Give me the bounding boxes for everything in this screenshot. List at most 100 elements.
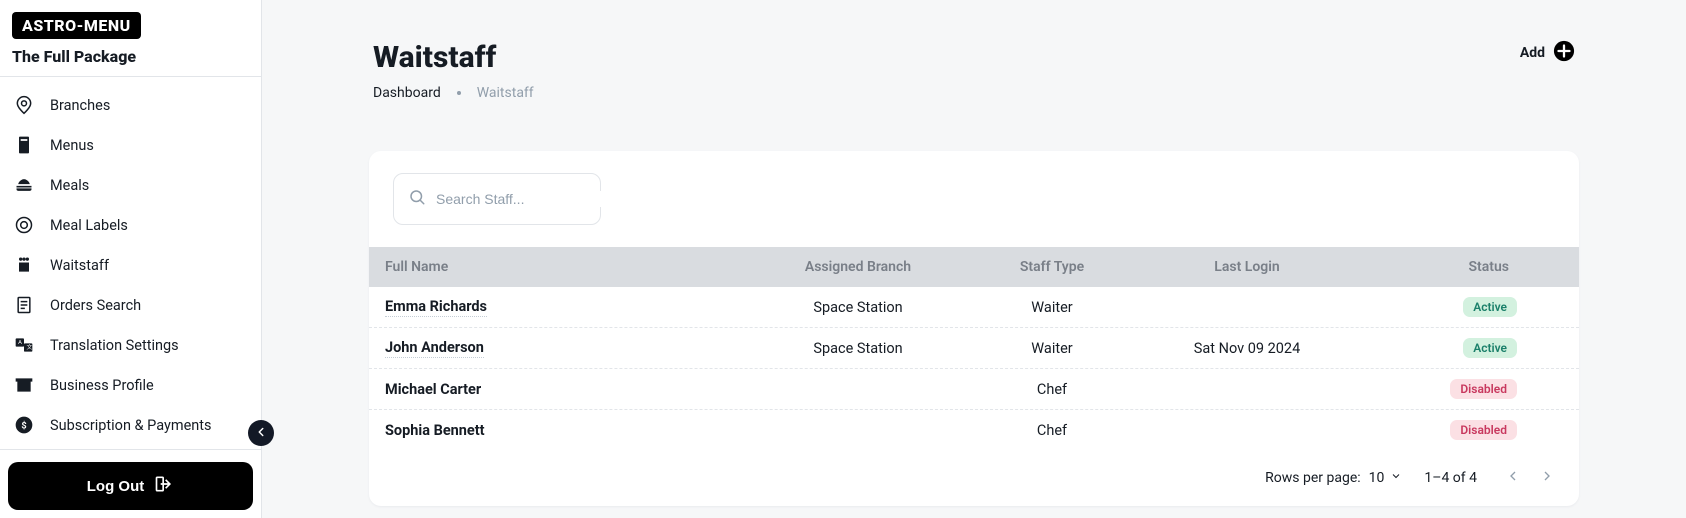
table-row[interactable]: Michael Carter Chef Disabled: [369, 369, 1579, 410]
cell-name: Sophia Bennett: [369, 412, 749, 449]
svg-text:$: $: [21, 420, 26, 431]
table-row[interactable]: Sophia Bennett Chef Disabled: [369, 410, 1579, 450]
sidebar-item-label: Subscription & Payments: [50, 417, 212, 434]
status-badge: Disabled: [1450, 420, 1517, 440]
cell-name: Emma Richards: [369, 288, 749, 327]
brand-logo: ASTRO-MENU: [12, 12, 141, 39]
waitstaff-icon: [14, 255, 34, 275]
sidebar-item-subscription[interactable]: $ Subscription & Payments: [0, 405, 261, 445]
sidebar-nav: Branches Menus Meals Meal Labels Waitsta…: [0, 77, 261, 449]
table-row[interactable]: Emma RichardsSpace StationWaiter Active: [369, 287, 1579, 328]
branches-icon: [14, 95, 34, 115]
sidebar-item-orders-search[interactable]: Orders Search: [0, 285, 261, 325]
cell-branch: Space Station: [749, 289, 967, 326]
status-badge: Disabled: [1450, 379, 1517, 399]
page-title: Waitstaff: [373, 40, 534, 75]
meals-icon: [14, 175, 34, 195]
cell-login: [1137, 297, 1357, 317]
breadcrumb-separator: [457, 91, 461, 95]
cell-status: Active: [1357, 328, 1579, 368]
logout-icon: [154, 474, 174, 498]
staff-card: Full Name Assigned Branch Staff Type Las…: [369, 151, 1579, 506]
sidebar-item-label: Waitstaff: [50, 257, 109, 274]
cell-status: Disabled: [1357, 369, 1579, 409]
chevron-right-icon: [1539, 468, 1555, 488]
col-header-status: Status: [1357, 247, 1579, 287]
sidebar-item-menus[interactable]: Menus: [0, 125, 261, 165]
sidebar: ASTRO-MENU The Full Package Branches Men…: [0, 0, 262, 518]
chevron-left-icon: [1505, 468, 1521, 488]
cell-type: Waiter: [967, 330, 1137, 367]
add-label: Add: [1520, 45, 1545, 61]
cell-type: Chef: [967, 412, 1137, 449]
status-badge: Active: [1463, 297, 1517, 317]
breadcrumb: Dashboard Waitstaff: [373, 85, 534, 101]
sidebar-item-label: Menus: [50, 137, 94, 154]
breadcrumb-root[interactable]: Dashboard: [373, 85, 441, 101]
cell-status: Disabled: [1357, 410, 1579, 450]
col-header-type: Staff Type: [967, 247, 1137, 287]
sidebar-item-meals[interactable]: Meals: [0, 165, 261, 205]
search-input[interactable]: [436, 191, 617, 207]
chevron-left-icon: [254, 424, 268, 443]
status-badge: Active: [1463, 338, 1517, 358]
main-content: Waitstaff Dashboard Waitstaff Add: [262, 0, 1686, 518]
cell-name: John Anderson: [369, 329, 749, 368]
table-header: Full Name Assigned Branch Staff Type Las…: [369, 247, 1579, 287]
plus-circle-icon: [1553, 40, 1575, 66]
subscription-icon: $: [14, 415, 34, 435]
sidebar-item-label: Orders Search: [50, 297, 141, 314]
pagination-range: 1–4 of 4: [1424, 470, 1477, 486]
rows-per-page: Rows per page: 10: [1265, 470, 1402, 486]
table-footer: Rows per page: 10 1–4 of 4: [369, 450, 1579, 506]
table-row[interactable]: John AndersonSpace StationWaiterSat Nov …: [369, 328, 1579, 369]
orders-search-icon: [14, 295, 34, 315]
sidebar-item-label: Branches: [50, 97, 110, 114]
add-button[interactable]: Add: [1520, 40, 1575, 66]
rows-per-page-label: Rows per page:: [1265, 470, 1360, 486]
sidebar-item-label: Translation Settings: [50, 337, 179, 354]
chevron-down-icon: [1390, 470, 1402, 486]
meal-labels-icon: [14, 215, 34, 235]
translation-icon: A文: [14, 335, 34, 355]
pagination-controls: [1499, 464, 1561, 492]
prev-page-button[interactable]: [1499, 464, 1527, 492]
cell-branch: [749, 379, 967, 399]
cell-name: Michael Carter: [369, 371, 749, 408]
cell-status: Active: [1357, 287, 1579, 327]
sidebar-item-translation[interactable]: A文 Translation Settings: [0, 325, 261, 365]
table-body: Emma RichardsSpace StationWaiterActiveJo…: [369, 287, 1579, 450]
svg-text:文: 文: [27, 343, 33, 351]
cell-login: [1137, 379, 1357, 399]
next-page-button[interactable]: [1533, 464, 1561, 492]
cell-login: [1137, 420, 1357, 440]
sidebar-item-label: Meals: [50, 177, 89, 194]
sidebar-item-waitstaff[interactable]: Waitstaff: [0, 245, 261, 285]
search-section: [369, 151, 1579, 247]
col-header-name: Full Name: [369, 247, 749, 287]
search-icon: [408, 188, 426, 210]
search-input-container[interactable]: [393, 173, 601, 225]
page-header: Waitstaff Dashboard Waitstaff Add: [369, 40, 1579, 101]
sidebar-collapse-button[interactable]: [248, 420, 274, 446]
svg-text:A: A: [18, 340, 22, 346]
col-header-branch: Assigned Branch: [749, 247, 967, 287]
cell-branch: [749, 420, 967, 440]
breadcrumb-current: Waitstaff: [477, 85, 534, 101]
cell-type: Chef: [967, 371, 1137, 408]
cell-type: Waiter: [967, 289, 1137, 326]
business-profile-icon: [14, 375, 34, 395]
rows-per-page-value: 10: [1369, 470, 1385, 486]
rows-per-page-select[interactable]: 10: [1369, 470, 1403, 486]
sidebar-item-label: Meal Labels: [50, 217, 128, 234]
sidebar-item-business-profile[interactable]: Business Profile: [0, 365, 261, 405]
logout-button[interactable]: Log Out: [8, 462, 253, 510]
menus-icon: [14, 135, 34, 155]
sidebar-item-label: Business Profile: [50, 377, 154, 394]
cell-login: Sat Nov 09 2024: [1137, 330, 1357, 367]
package-name: The Full Package: [12, 47, 249, 66]
cell-branch: Space Station: [749, 330, 967, 367]
sidebar-item-branches[interactable]: Branches: [0, 85, 261, 125]
logout-label: Log Out: [87, 478, 144, 495]
sidebar-item-meal-labels[interactable]: Meal Labels: [0, 205, 261, 245]
